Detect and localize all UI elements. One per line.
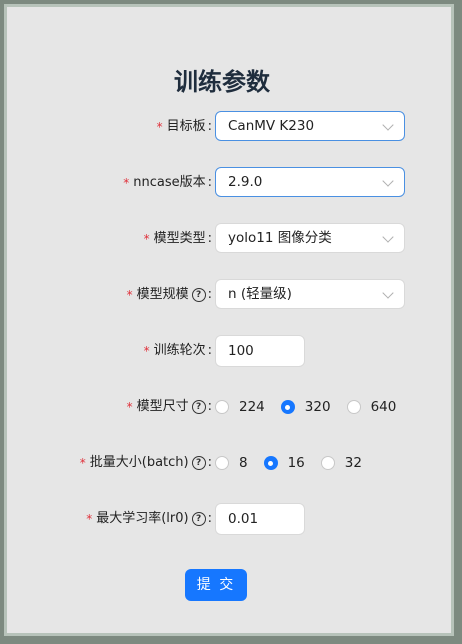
row-model-type: * 模型类型: yolo11 图像分类	[7, 223, 457, 257]
chevron-down-icon	[382, 119, 394, 131]
lr-label: * 最大学习率(lr0) ?:	[86, 503, 212, 535]
row-model-scale: * 模型规模 ?: n (轻量级)	[7, 279, 457, 313]
help-icon[interactable]: ?	[191, 456, 206, 470]
model-size-label: * 模型尺寸 ?:	[127, 391, 212, 423]
required-mark: *	[126, 400, 133, 414]
row-batch: * 批量大小(batch) ?: 8 16 32	[7, 447, 457, 481]
radio-label: 224	[239, 399, 265, 415]
radio-label: 32	[344, 455, 362, 471]
radio-label: 320	[304, 399, 331, 415]
chevron-down-icon	[382, 231, 394, 243]
model-size-radio-group: 224 320 640	[215, 391, 412, 423]
radio-label: 640	[370, 399, 397, 415]
required-mark: *	[156, 120, 163, 134]
epochs-label: * 训练轮次:	[144, 335, 212, 367]
board-select-value: CanMV K230	[228, 118, 315, 134]
help-icon[interactable]: ?	[191, 400, 206, 414]
training-params-panel: 训练参数 * 目标板: CanMV K230 * nncase版本: 2.9.0…	[4, 4, 454, 636]
board-label-text: 目标板	[166, 119, 206, 134]
row-lr: * 最大学习率(lr0) ?: 0.01	[7, 503, 457, 537]
epochs-input[interactable]: 100	[215, 335, 305, 367]
model-scale-label: * 模型规模 ?:	[127, 279, 212, 311]
batch-label-text: 批量大小(batch)	[89, 455, 189, 470]
row-board: * 目标板: CanMV K230	[7, 111, 457, 145]
epochs-label-text: 训练轮次	[153, 343, 206, 358]
radio-circle[interactable]	[346, 400, 361, 414]
board-select[interactable]: CanMV K230	[215, 111, 405, 141]
model-scale-label-text: 模型规模	[136, 287, 189, 302]
lr-input[interactable]: 0.01	[215, 503, 305, 535]
required-mark: *	[143, 344, 150, 358]
radio-label: 8	[239, 455, 248, 471]
model-size-option-320[interactable]: 320	[280, 399, 331, 415]
help-icon[interactable]: ?	[191, 288, 206, 302]
page-title: 训练参数	[174, 68, 270, 96]
model-size-option-224[interactable]: 224	[215, 399, 265, 415]
radio-circle-selected[interactable]	[280, 400, 295, 414]
radio-circle[interactable]	[320, 456, 335, 470]
model-type-label: * 模型类型:	[144, 223, 212, 255]
model-size-option-640[interactable]: 640	[346, 399, 397, 415]
radio-circle[interactable]	[215, 400, 229, 414]
batch-label: * 批量大小(batch) ?:	[80, 447, 212, 479]
required-mark: *	[79, 456, 86, 470]
radio-circle-selected[interactable]	[263, 456, 278, 470]
model-scale-select[interactable]: n (轻量级)	[215, 279, 405, 309]
required-mark: *	[86, 512, 93, 526]
lr-label-text: 最大学习率(lr0)	[96, 511, 189, 526]
help-icon[interactable]: ?	[191, 512, 206, 526]
nncase-select-value: 2.9.0	[228, 174, 263, 190]
required-mark: *	[126, 288, 133, 302]
batch-option-32[interactable]: 32	[320, 455, 362, 471]
required-mark: *	[123, 176, 130, 190]
row-model-size: * 模型尺寸 ?: 224 320 640	[7, 391, 457, 425]
submit-button[interactable]: 提 交	[185, 569, 247, 601]
row-nncase: * nncase版本: 2.9.0	[7, 167, 457, 201]
batch-option-8[interactable]: 8	[215, 455, 248, 471]
nncase-select[interactable]: 2.9.0	[215, 167, 405, 197]
nncase-label: * nncase版本:	[123, 167, 212, 199]
model-type-select[interactable]: yolo11 图像分类	[215, 223, 405, 253]
model-type-label-text: 模型类型	[153, 231, 206, 246]
batch-radio-group: 8 16 32	[215, 447, 378, 479]
radio-label: 16	[287, 455, 305, 471]
model-size-label-text: 模型尺寸	[136, 399, 189, 414]
model-type-select-value: yolo11 图像分类	[228, 230, 332, 246]
batch-option-16[interactable]: 16	[263, 455, 305, 471]
required-mark: *	[143, 232, 150, 246]
chevron-down-icon	[382, 175, 394, 187]
model-scale-select-value: n (轻量级)	[228, 286, 292, 302]
radio-circle[interactable]	[215, 456, 229, 470]
row-epochs: * 训练轮次: 100	[7, 335, 457, 369]
board-label: * 目标板:	[157, 111, 212, 143]
chevron-down-icon	[382, 287, 394, 299]
nncase-label-text: nncase版本	[133, 175, 206, 190]
